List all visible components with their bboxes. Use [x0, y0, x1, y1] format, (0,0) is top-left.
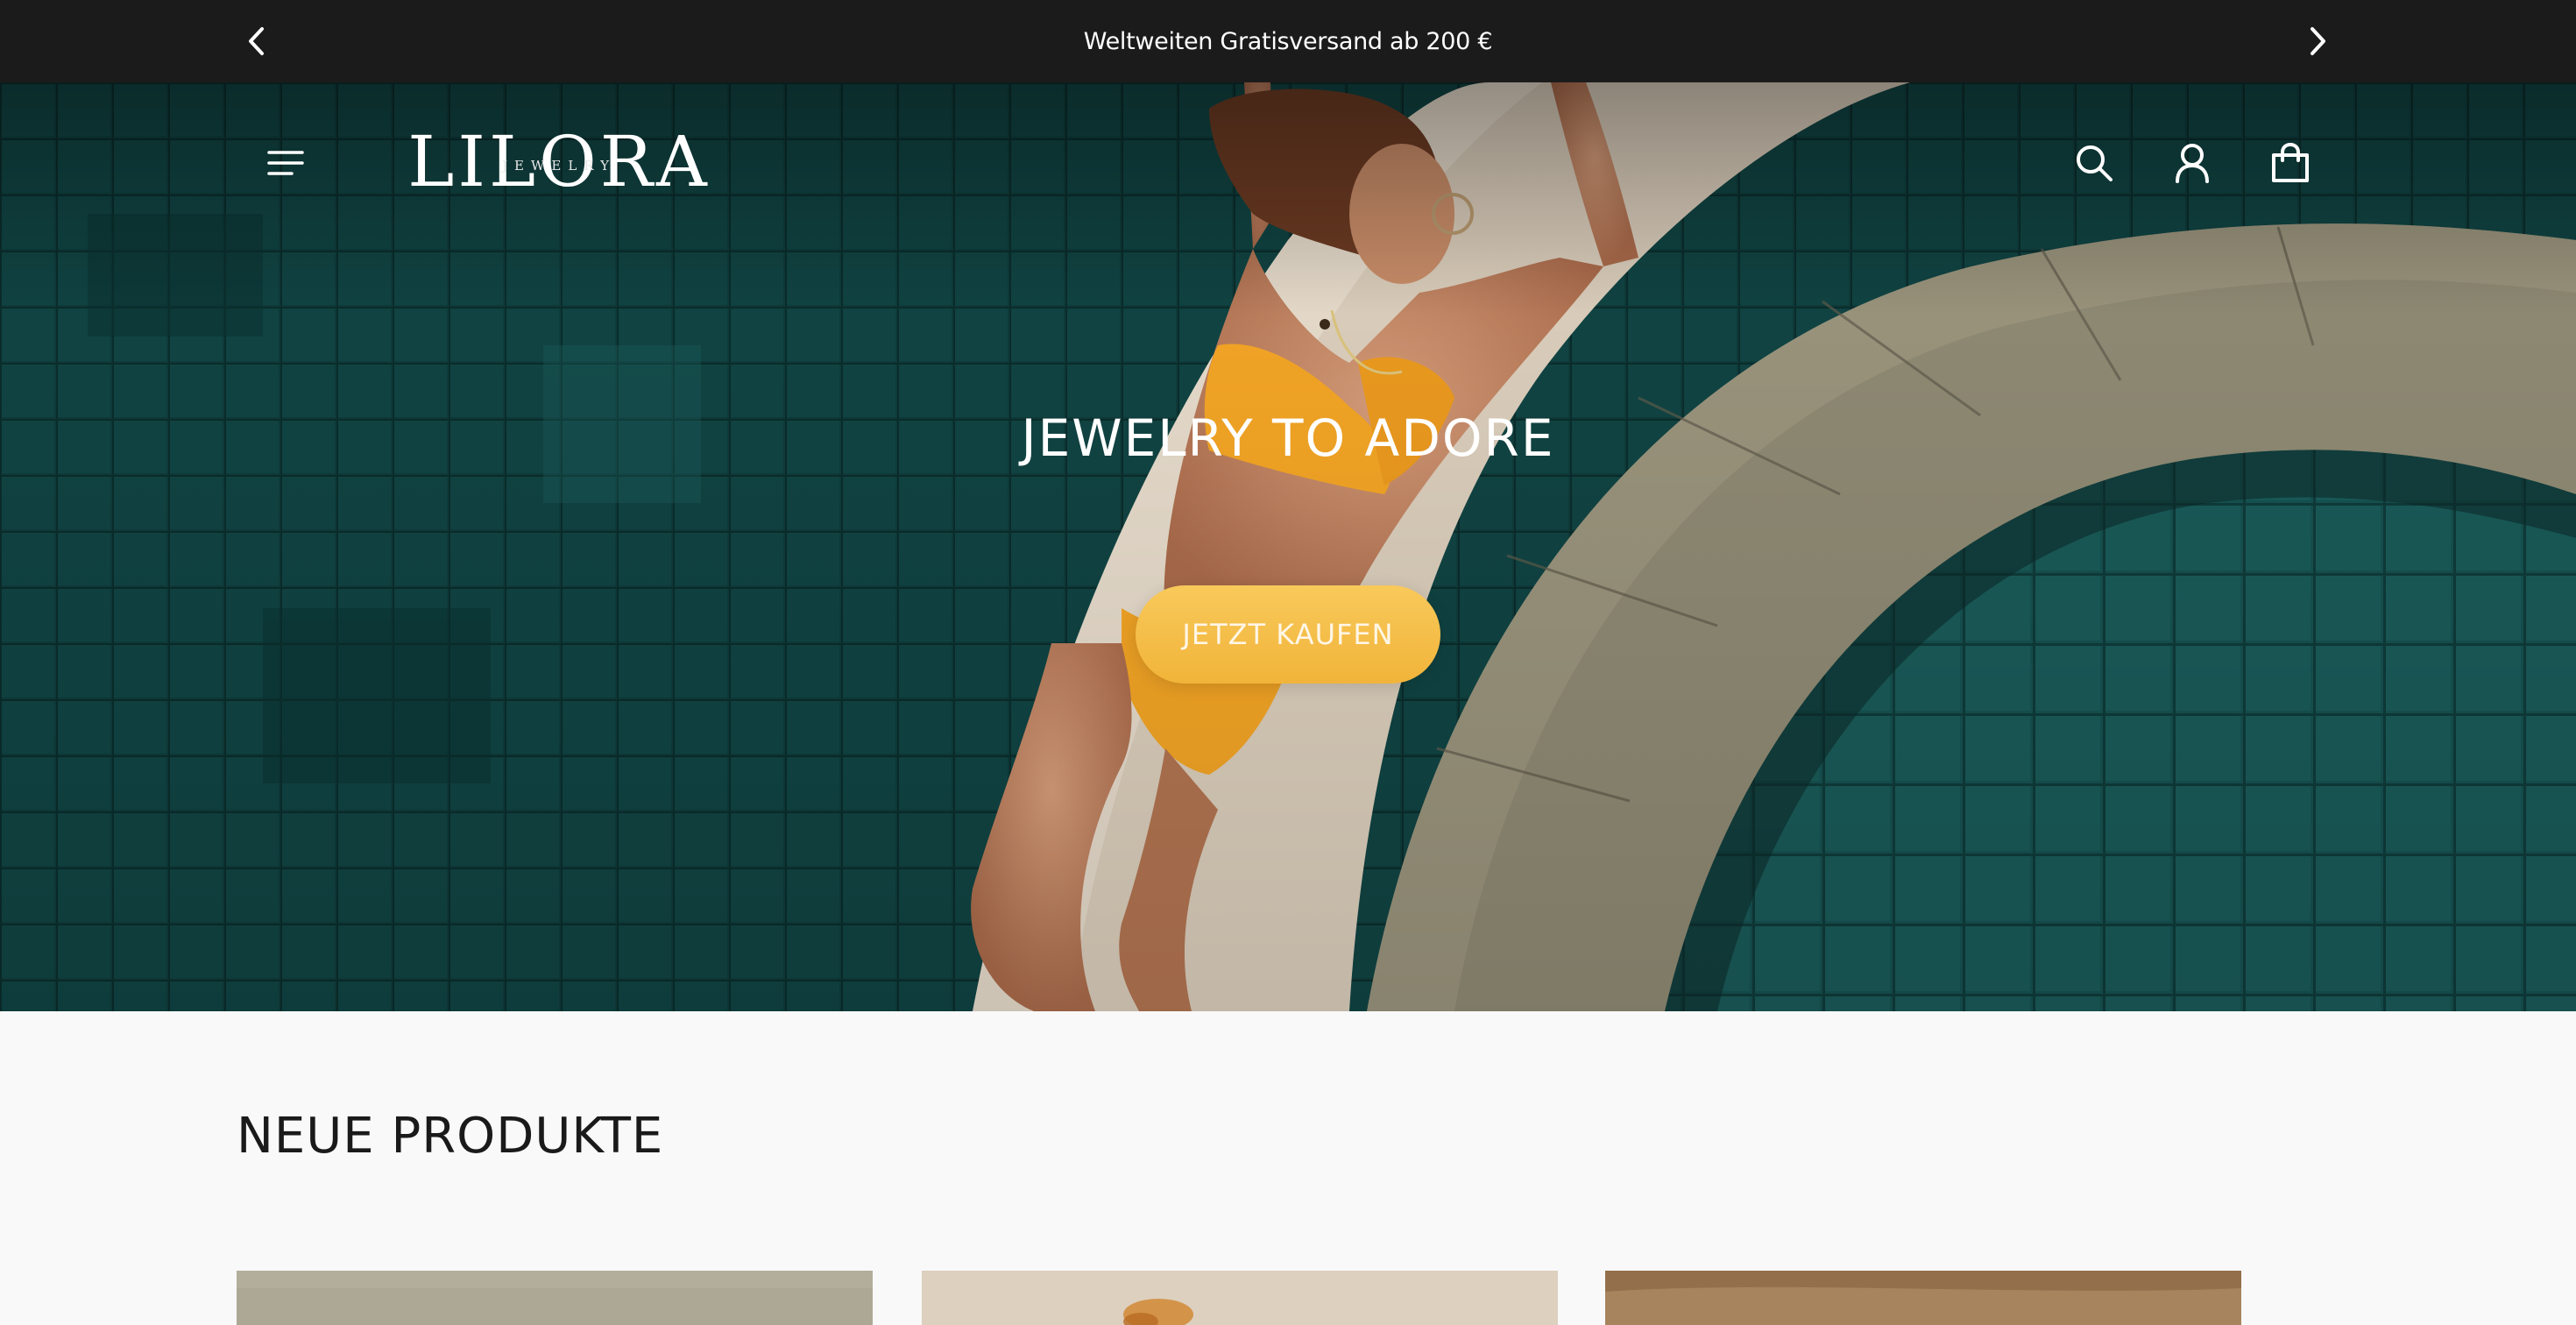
cart-button[interactable] — [2264, 137, 2317, 189]
product-image — [922, 1271, 1558, 1325]
shopping-bag-icon — [2272, 143, 2309, 182]
section-title-new-products: NEUE PRODUKTE — [237, 1108, 664, 1165]
announcement-next-button[interactable] — [2296, 19, 2339, 63]
product-image — [237, 1271, 873, 1325]
product-card[interactable] — [237, 1271, 873, 1325]
announcement-bar: Weltweiten Gratisversand ab 200 € — [0, 0, 2576, 82]
search-button[interactable] — [2068, 137, 2120, 189]
product-card[interactable] — [1605, 1271, 2241, 1325]
hero-background-image — [0, 82, 2576, 1011]
user-icon — [2176, 144, 2209, 183]
account-button[interactable] — [2166, 137, 2219, 189]
shop-now-button[interactable]: JETZT KAUFEN — [1136, 585, 1440, 684]
search-icon — [2077, 145, 2112, 181]
brand-logo[interactable]: LILORA JEWELRY — [407, 124, 706, 200]
hero-title: JEWELRY TO ADORE — [1021, 408, 1555, 468]
product-card[interactable] — [922, 1271, 1558, 1325]
hamburger-menu-icon — [267, 151, 304, 175]
hero-banner: LILORA JEWELRY JEWELRY TO ADORE JETZT KA… — [0, 82, 2576, 1011]
announcement-text: Weltweiten Gratisversand ab 200 € — [1083, 27, 1493, 55]
menu-button[interactable] — [259, 137, 312, 189]
chevron-right-icon — [2311, 27, 2325, 55]
product-image — [1605, 1271, 2241, 1325]
logo-subtext: JEWELRY — [501, 158, 617, 174]
